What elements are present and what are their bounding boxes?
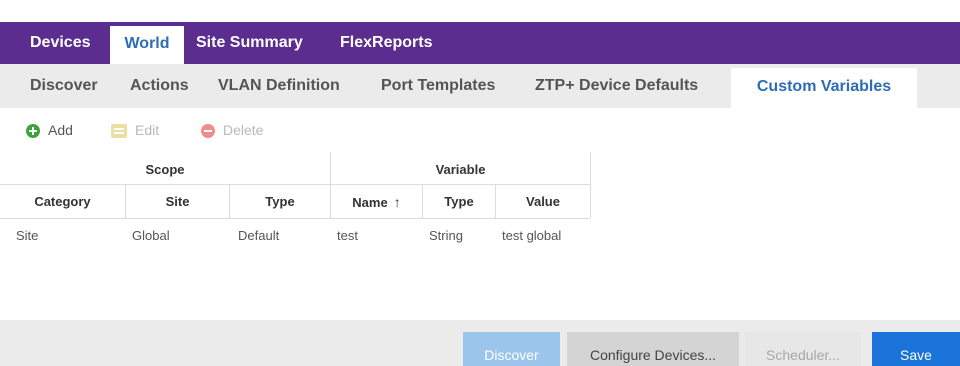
footer-bar: Discover Configure Devices... Scheduler.… [0,320,960,366]
subtab-custom-variables[interactable]: Custom Variables [731,68,917,108]
header-bottom-line [0,218,590,219]
delete-circle-icon [201,124,215,139]
discover-button[interactable]: Discover [463,332,560,366]
column-name-label: Name [352,195,388,210]
tab-site-summary[interactable]: Site Summary [196,22,303,64]
tab-world[interactable]: World [110,26,184,64]
delete-label: Delete [223,122,264,138]
sub-nav: Discover Actions VLAN Definition Port Te… [0,64,960,108]
cell-name: test [337,228,358,243]
add-circle-icon [26,124,40,139]
subtab-vlan-definition[interactable]: VLAN Definition [218,64,340,108]
cell-site: Global [132,228,170,243]
col-separator [125,185,126,218]
group-header-variable: Variable [435,162,486,177]
col-separator [495,185,496,218]
edit-label: Edit [135,122,160,138]
subnav-fill [917,64,960,108]
col-separator [229,185,230,218]
cell-value: test global [502,228,562,243]
subtab-discover[interactable]: Discover [30,64,98,108]
subtab-ztp-device-defaults[interactable]: ZTP+ Device Defaults [535,64,698,108]
header-divider [0,184,590,185]
toolbar: Add Edit Delete [0,108,960,152]
subtab-port-templates[interactable]: Port Templates [381,64,495,108]
column-header-value[interactable]: Value [496,186,590,218]
add-button[interactable]: Add [26,108,73,152]
tab-devices[interactable]: Devices [30,22,91,64]
grid-right-edge [590,152,591,218]
sort-up-arrow-icon: ↑ [393,194,401,210]
edit-button[interactable]: Edit [111,108,159,152]
top-nav: Devices World Site Summary FlexReports [0,22,960,64]
save-button[interactable]: Save [872,332,960,366]
custom-variables-grid: Scope Variable Category Site Type Name ↑ … [0,152,960,320]
delete-button[interactable]: Delete [201,108,263,152]
column-header-name[interactable]: Name ↑ [331,186,422,218]
group-header-scope: Scope [145,162,185,177]
cell-scope-type: Default [238,228,280,243]
col-separator [422,185,423,218]
add-label: Add [48,122,73,138]
group-separator [330,152,331,218]
column-header-site[interactable]: Site [126,186,229,218]
cell-category: Site [16,228,39,243]
subtab-actions[interactable]: Actions [130,64,189,108]
cell-variable-type: String [429,228,463,243]
column-header-variable-type[interactable]: Type [423,186,495,218]
column-header-scope-type[interactable]: Type [230,186,330,218]
scheduler-button[interactable]: Scheduler... [745,332,861,366]
edit-icon [111,124,127,139]
tab-flexreports[interactable]: FlexReports [340,22,432,64]
column-header-category[interactable]: Category [0,186,125,218]
configure-devices-button[interactable]: Configure Devices... [567,332,739,366]
